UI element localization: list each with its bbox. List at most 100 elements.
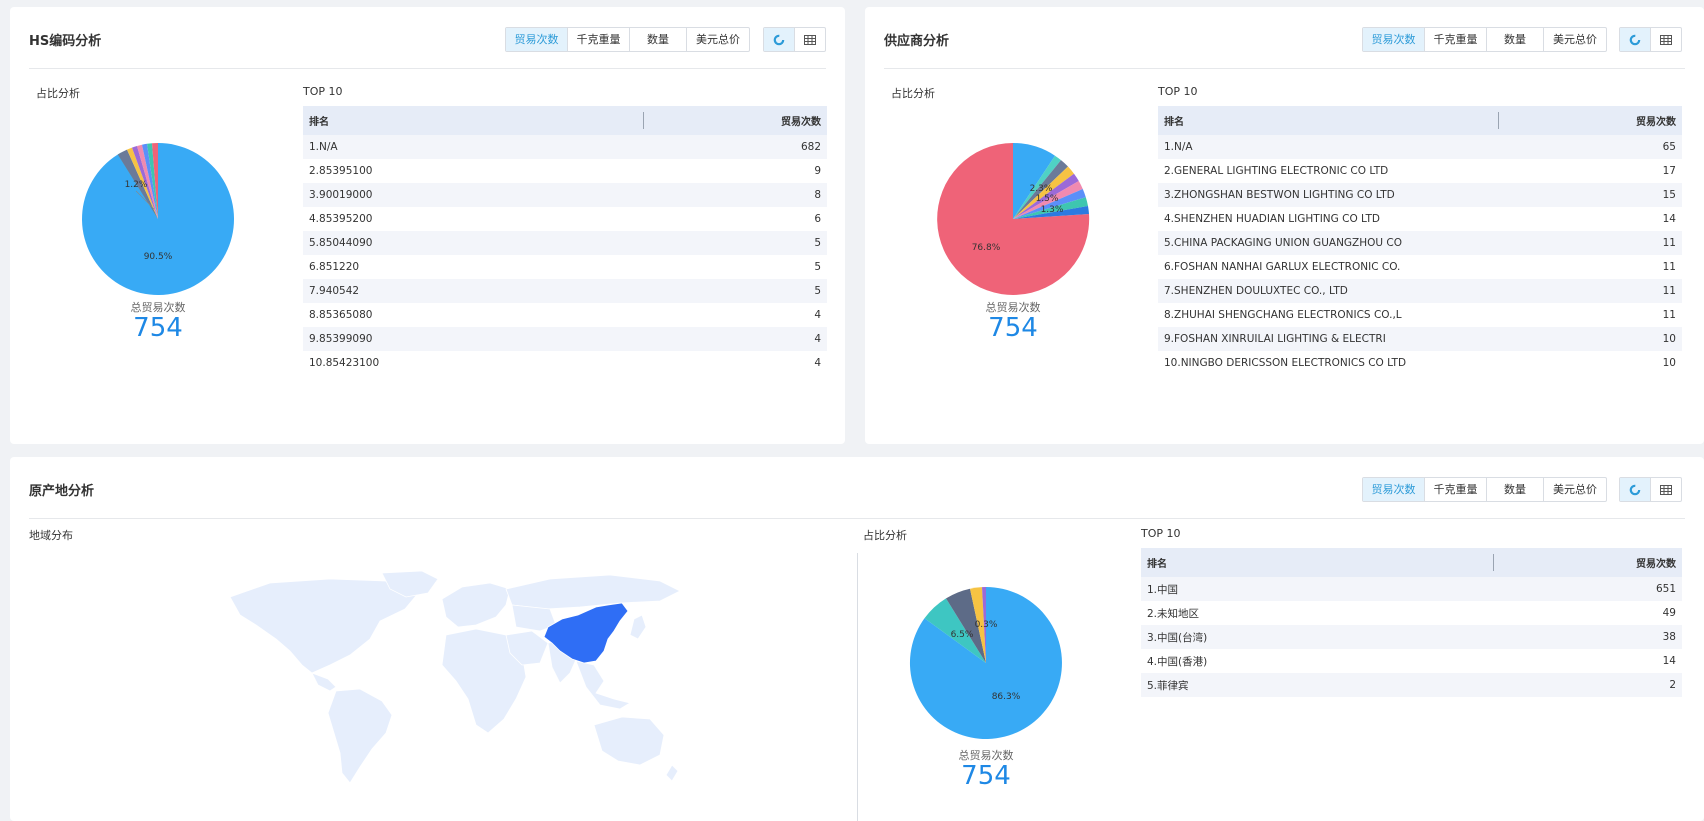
hs-tab-quantity[interactable]: 数量 xyxy=(630,28,687,51)
supplier-view-toggle xyxy=(1619,27,1682,52)
table-row[interactable]: 7.SHENZHEN DOULUXTEC CO., LTD 11 xyxy=(1158,279,1682,303)
table-body: 1.N/A 682 2.85395100 9 3.90019000 8 4.85395… xyxy=(303,135,827,375)
hs-tab-weight[interactable]: 千克重量 xyxy=(568,28,630,51)
map-southeast-asia xyxy=(575,660,632,710)
table-header: 排名 贸易次数 xyxy=(1158,106,1682,135)
hs-pie-label-small: 1.2% xyxy=(125,180,148,190)
table-row[interactable]: 1.N/A 65 xyxy=(1158,135,1682,159)
table-row[interactable]: 6.FOSHAN NANHAI GARLUX ELECTRONIC CO. 11 xyxy=(1158,255,1682,279)
origin-title: 原产地分析 xyxy=(29,484,95,499)
supplier-divider xyxy=(884,68,1685,69)
hs-pie-chart: 90.5% 1.2% xyxy=(82,142,235,295)
hs-top-label: TOP 10 xyxy=(303,85,343,98)
table-row[interactable]: 9.85399090 4 xyxy=(303,327,827,351)
map-north-america xyxy=(229,578,421,674)
table-row[interactable]: 5.菲律宾 2 xyxy=(1141,673,1682,697)
hs-tab-trade-count[interactable]: 贸易次数 xyxy=(506,28,568,51)
table-row[interactable]: 3.ZHONGSHAN BESTWON LIGHTING CO LTD 15 xyxy=(1158,183,1682,207)
col-rank: 排名 xyxy=(309,117,329,128)
table-header: 排名 贸易次数 xyxy=(1141,548,1682,577)
table-row[interactable]: 6.851220 5 xyxy=(303,255,827,279)
table-row[interactable]: 7.940542 5 xyxy=(303,279,827,303)
supplier-tab-quantity[interactable]: 数量 xyxy=(1487,28,1544,51)
supplier-top10-table: 排名 贸易次数 1.N/A 65 2.GENERAL LIGHTING ELECT… xyxy=(1158,106,1682,375)
table-row[interactable]: 4.85395200 6 xyxy=(303,207,827,231)
table-row[interactable]: 1.N/A 682 xyxy=(303,135,827,159)
col-trade-count[interactable]: 贸易次数 xyxy=(1636,555,1676,570)
table-row[interactable]: 5.85044090 5 xyxy=(303,231,827,255)
table-row[interactable]: 3.90019000 8 xyxy=(303,183,827,207)
supplier-tab-trade-count[interactable]: 贸易次数 xyxy=(1363,28,1425,51)
hs-share-label: 占比分析 xyxy=(36,87,80,100)
supplier-pie-label-3: 1.5% xyxy=(1036,194,1059,204)
table-row[interactable]: 4.SHENZHEN HUADIAN LIGHTING CO LTD 14 xyxy=(1158,207,1682,231)
origin-top10-table: 排名 贸易次数 1.中国 651 2.未知地区 49 3.中国(台湾) 38 4.中国… xyxy=(1141,548,1682,697)
map-australia xyxy=(593,716,665,766)
supplier-pie-chart: 76.8% 2.3% 1.5% 1.3% xyxy=(937,143,1090,295)
table-header: 排名 贸易次数 xyxy=(303,106,827,135)
origin-pie-chart: 86.3% 6.5% 0.3% xyxy=(909,586,1062,739)
hs-divider xyxy=(29,68,826,69)
table-row[interactable]: 10.NINGBO DERICSSON ELECTRONICS CO LTD 10 xyxy=(1158,351,1682,375)
table-view-icon[interactable] xyxy=(1651,28,1681,51)
supplier-total-value: 754 xyxy=(988,313,1038,343)
table-row[interactable]: 1.中国 651 xyxy=(1141,577,1682,601)
hs-title: HS编码分析 xyxy=(29,34,102,49)
hs-view-toggle xyxy=(763,27,826,52)
pie-view-icon[interactable] xyxy=(764,28,795,51)
hs-pie-label-main: 90.5% xyxy=(144,252,173,262)
supplier-title: 供应商分析 xyxy=(884,34,950,49)
table-row[interactable]: 8.ZHUHAI SHENGCHANG ELECTRONICS CO.,L 11 xyxy=(1158,303,1682,327)
supplier-pie-label-main: 76.8% xyxy=(972,243,1001,253)
origin-region-label: 地域分布 xyxy=(29,529,73,542)
map-europe xyxy=(441,582,511,628)
origin-share-label: 占比分析 xyxy=(863,529,907,542)
supplier-tab-usd[interactable]: 美元总价 xyxy=(1544,28,1606,51)
supplier-top-label: TOP 10 xyxy=(1158,85,1198,98)
map-japan xyxy=(629,614,647,640)
origin-tab-trade-count[interactable]: 贸易次数 xyxy=(1363,478,1425,501)
origin-pie-label-2: 6.5% xyxy=(951,630,974,640)
table-row[interactable]: 2.85395100 9 xyxy=(303,159,827,183)
col-trade-count[interactable]: 贸易次数 xyxy=(1636,113,1676,128)
supplier-pie-label-4: 1.3% xyxy=(1041,205,1064,215)
table-row[interactable]: 4.中国(香港) 14 xyxy=(1141,649,1682,673)
origin-tab-quantity[interactable]: 数量 xyxy=(1487,478,1544,501)
table-row[interactable]: 2.未知地区 49 xyxy=(1141,601,1682,625)
col-rank: 排名 xyxy=(1164,117,1184,128)
col-trade-count[interactable]: 贸易次数 xyxy=(781,113,821,128)
origin-total-value: 754 xyxy=(961,761,1011,791)
origin-metric-tabs: 贸易次数 千克重量 数量 美元总价 xyxy=(1362,477,1607,502)
hs-tab-usd[interactable]: 美元总价 xyxy=(687,28,749,51)
supplier-share-label: 占比分析 xyxy=(891,87,935,100)
hs-panel: HS编码分析 贸易次数 千克重量 数量 美元总价 占比分析 TOP 10 90.… xyxy=(10,7,845,444)
origin-top-label: TOP 10 xyxy=(1141,527,1181,540)
table-row[interactable]: 2.GENERAL LIGHTING ELECTRONIC CO LTD 17 xyxy=(1158,159,1682,183)
table-body: 1.中国 651 2.未知地区 49 3.中国(台湾) 38 4.中国(香港) 14 5… xyxy=(1141,577,1682,697)
pie-view-icon[interactable] xyxy=(1620,478,1651,501)
supplier-tab-weight[interactable]: 千克重量 xyxy=(1425,28,1487,51)
origin-pie-label-3: 0.3% xyxy=(975,620,998,630)
pie-view-icon[interactable] xyxy=(1620,28,1651,51)
table-row[interactable]: 9.FOSHAN XINRUILAI LIGHTING & ELECTRI 10 xyxy=(1158,327,1682,351)
hs-slice-na xyxy=(82,143,235,295)
origin-tab-weight[interactable]: 千克重量 xyxy=(1425,478,1487,501)
table-view-icon[interactable] xyxy=(1651,478,1681,501)
map-south-america xyxy=(327,688,393,784)
map-new-zealand xyxy=(665,764,679,782)
table-row[interactable]: 3.中国(台湾) 38 xyxy=(1141,625,1682,649)
hs-metric-tabs: 贸易次数 千克重量 数量 美元总价 xyxy=(505,27,750,52)
table-row[interactable]: 10.85423100 4 xyxy=(303,351,827,375)
map-central-america xyxy=(311,672,337,692)
supplier-pie-label-2: 2.3% xyxy=(1030,184,1053,194)
origin-view-toggle xyxy=(1619,477,1682,502)
table-view-icon[interactable] xyxy=(795,28,825,51)
table-body: 1.N/A 65 2.GENERAL LIGHTING ELECTRONIC CO… xyxy=(1158,135,1682,375)
origin-divider xyxy=(29,518,1685,519)
table-row[interactable]: 5.CHINA PACKAGING UNION GUANGZHOU CO 11 xyxy=(1158,231,1682,255)
map-russia xyxy=(505,574,680,610)
table-row[interactable]: 8.85365080 4 xyxy=(303,303,827,327)
supplier-panel: 供应商分析 贸易次数 千克重量 数量 美元总价 占比分析 TOP 10 76.8… xyxy=(865,7,1704,444)
origin-vertical-divider xyxy=(857,553,858,821)
origin-tab-usd[interactable]: 美元总价 xyxy=(1544,478,1606,501)
